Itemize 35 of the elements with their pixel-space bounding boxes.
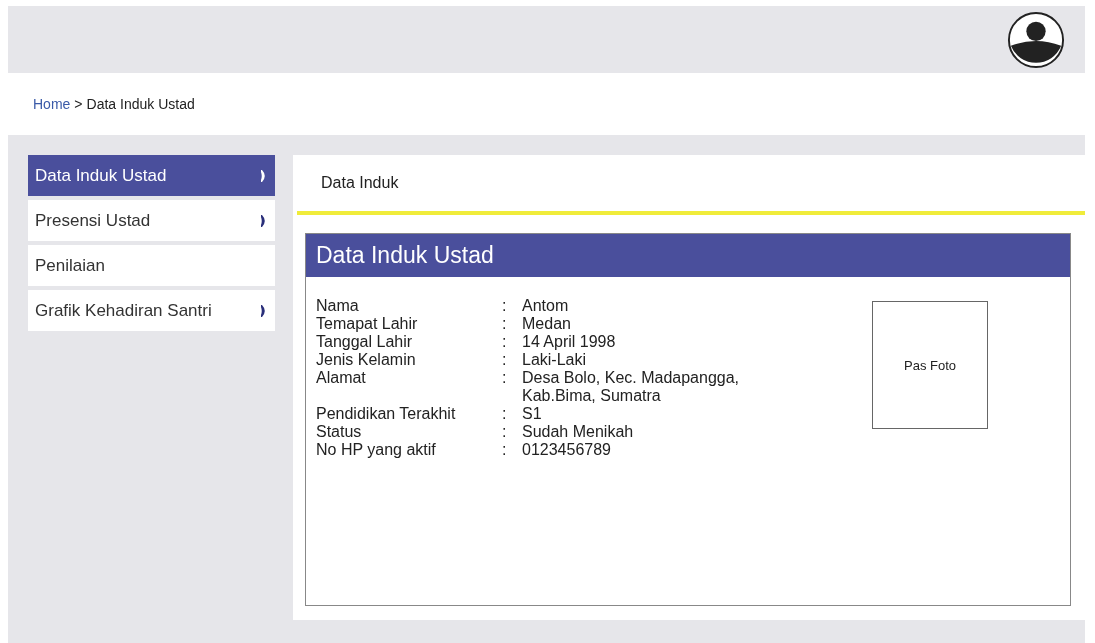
field-colon: : [502,297,508,315]
field-colon: : [502,405,508,423]
field-colon: : [502,441,508,459]
field-value: Medan [522,315,572,333]
field-colon: : [502,423,508,441]
field-colon: : [502,369,508,388]
field-label: Nama [316,297,360,315]
field-value: 0123456789 [522,441,612,459]
field-label: Tanggal Lahir [316,333,414,351]
field-colon: : [502,315,508,333]
field-value: Antom [522,297,570,315]
avatar-icon[interactable] [1007,10,1065,69]
breadcrumb-current: Data Induk Ustad [86,96,195,112]
breadcrumb-separator: > [74,96,83,112]
chevron-icon [261,304,267,317]
field-value: Sudah Menikah [522,423,635,441]
sidebar-item[interactable]: Data Induk Ustad [28,155,275,200]
panel-tab[interactable]: Data Induk [297,155,1085,215]
photo-label: Pas Foto [904,357,956,373]
field-label: Pendidikan Terakhit [316,405,457,423]
field-colon: : [502,333,508,351]
field-value: 14 April 1998 [522,333,617,351]
field-label: Status [316,423,363,441]
chevron-icon [261,214,267,227]
field-label: No HP yang aktif [316,441,437,459]
field-value: Desa Bolo, Kec. Madapangga, Kab.Bima, Sumatra [522,369,741,405]
field-label: Temapat Lahir [316,315,419,333]
field-value: Laki-Laki [522,351,588,369]
chevron-icon [261,169,267,182]
field-value: S1 [522,405,543,423]
field-label: Alamat [316,369,367,388]
card-title: Data Induk Ustad [306,234,1070,277]
field-colon: : [502,351,508,369]
field-label: Jenis Kelamin [316,351,417,369]
breadcrumb-home-link[interactable]: Home [33,96,71,112]
